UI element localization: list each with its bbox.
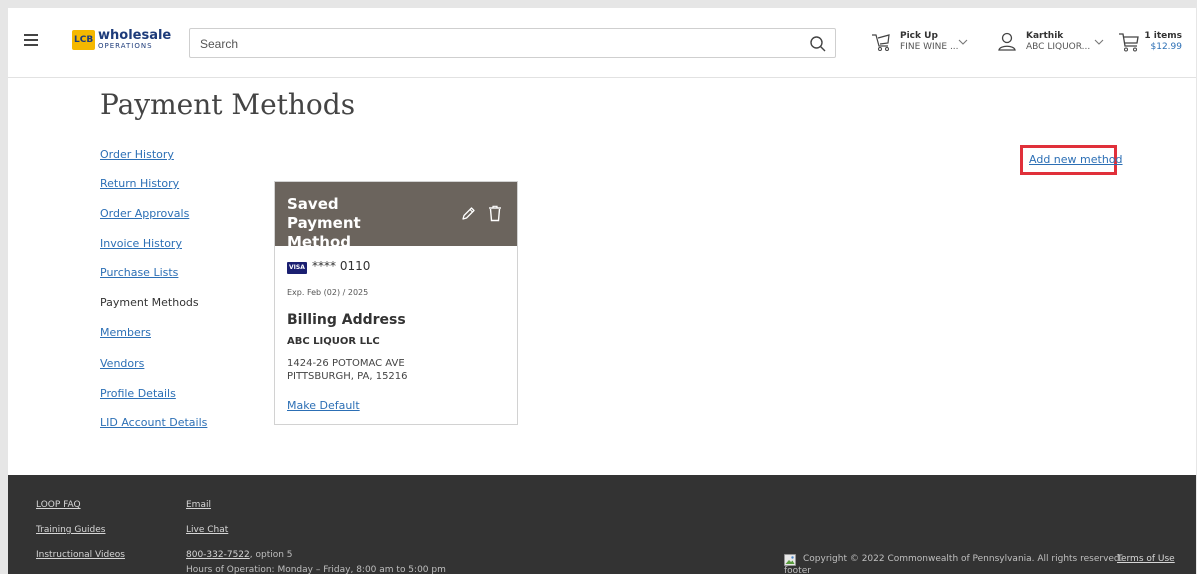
page-title: Payment Methods xyxy=(100,88,356,121)
visa-card-icon: VISA xyxy=(287,262,307,274)
site-footer: LOOP FAQ Training Guides Instructional V… xyxy=(8,475,1196,574)
sidebar-item-lid-account-details[interactable]: LID Account Details xyxy=(100,416,207,429)
sidebar-item-invoice-history[interactable]: Invoice History xyxy=(100,237,182,250)
footer-copyright: Copyright © 2022 Commonwealth of Pennsyl… xyxy=(803,554,1123,564)
footer-link-training-guides[interactable]: Training Guides xyxy=(36,525,106,535)
search-input[interactable] xyxy=(200,34,780,54)
account-name: Karthik xyxy=(1026,31,1064,41)
sidebar-item-payment-methods[interactable]: Payment Methods xyxy=(100,296,199,309)
make-default-link[interactable]: Make Default xyxy=(287,399,360,412)
edit-pencil-icon[interactable] xyxy=(460,206,476,222)
card-header: Saved Payment Method xyxy=(275,182,517,251)
chevron-down-icon xyxy=(1094,39,1104,45)
sidebar-item-vendors[interactable]: Vendors xyxy=(100,357,144,370)
search-box xyxy=(189,28,836,58)
add-new-method-highlight: Add new method xyxy=(1020,145,1123,175)
broken-image-icon xyxy=(784,554,796,566)
footer-link-email[interactable]: Email xyxy=(186,500,211,510)
sidebar-item-profile-details[interactable]: Profile Details xyxy=(100,387,176,400)
lcb-logo[interactable]: LCB wholesale OPERATIONS xyxy=(72,28,171,54)
add-new-method-link[interactable]: Add new method xyxy=(1029,153,1123,166)
cart-total: $12.99 xyxy=(1150,42,1183,52)
logo-word-operations: OPERATIONS xyxy=(98,42,153,50)
sidebar-item-purchase-lists[interactable]: Purchase Lists xyxy=(100,266,178,279)
sidebar-item-members[interactable]: Members xyxy=(100,326,151,339)
footer-phone-line: 800-332-7522, option 5 xyxy=(186,550,293,560)
sidebar-item-return-history[interactable]: Return History xyxy=(100,177,179,190)
top-header: LCB wholesale OPERATIONS Pick Up FINE WI… xyxy=(8,8,1196,78)
pickup-title: Pick Up xyxy=(900,31,938,41)
saved-payment-card: Saved Payment Method VISA **** 0110 Exp.… xyxy=(274,181,518,425)
footer-link-terms-of-use[interactable]: Terms of Use xyxy=(1117,554,1175,564)
footer-image-alt: footer xyxy=(784,566,811,574)
billing-address-heading: Billing Address xyxy=(287,312,406,328)
account-company: ABC LIQUOR... xyxy=(1026,42,1091,52)
search-icon[interactable] xyxy=(809,35,827,53)
pickup-store: FINE WINE ... xyxy=(900,42,959,52)
cart-button[interactable]: 1 items $12.99 xyxy=(1118,28,1182,58)
pickup-selector[interactable]: Pick Up FINE WINE ... xyxy=(870,28,970,58)
delete-trash-icon[interactable] xyxy=(488,205,502,222)
billing-address-line2: PITTSBURGH, PA, 15216 xyxy=(287,371,408,382)
lcb-badge-icon: LCB xyxy=(72,30,95,50)
logo-word-wholesale: wholesale xyxy=(98,28,172,43)
footer-hours: Hours of Operation: Monday – Friday, 8:0… xyxy=(186,565,446,574)
card-expiry: Exp. Feb (02) / 2025 xyxy=(287,288,369,297)
sidebar-item-order-history[interactable]: Order History xyxy=(100,148,174,161)
hamburger-menu-icon[interactable] xyxy=(24,34,38,46)
footer-link-live-chat[interactable]: Live Chat xyxy=(186,525,228,535)
masked-card-number: **** 0110 xyxy=(312,259,371,273)
account-selector[interactable]: Karthik ABC LIQUOR... xyxy=(996,28,1106,58)
footer-phone-link[interactable]: 800-332-7522 xyxy=(186,550,250,560)
footer-phone-suffix: , option 5 xyxy=(249,550,293,560)
cart-icon xyxy=(1119,33,1139,52)
sidebar-item-order-approvals[interactable]: Order Approvals xyxy=(100,207,189,220)
chevron-down-icon xyxy=(958,39,968,45)
pickup-cart-icon xyxy=(872,34,890,51)
card-title: Saved Payment Method xyxy=(287,195,361,251)
user-icon xyxy=(998,32,1016,51)
footer-link-loop-faq[interactable]: LOOP FAQ xyxy=(36,500,81,510)
billing-company: ABC LIQUOR LLC xyxy=(287,336,380,347)
footer-link-instructional-videos[interactable]: Instructional Videos xyxy=(36,550,125,560)
cart-count: 1 items xyxy=(1144,31,1182,41)
billing-address-line1: 1424-26 POTOMAC AVE xyxy=(287,358,405,369)
app-window: LCB wholesale OPERATIONS Pick Up FINE WI… xyxy=(8,8,1196,574)
